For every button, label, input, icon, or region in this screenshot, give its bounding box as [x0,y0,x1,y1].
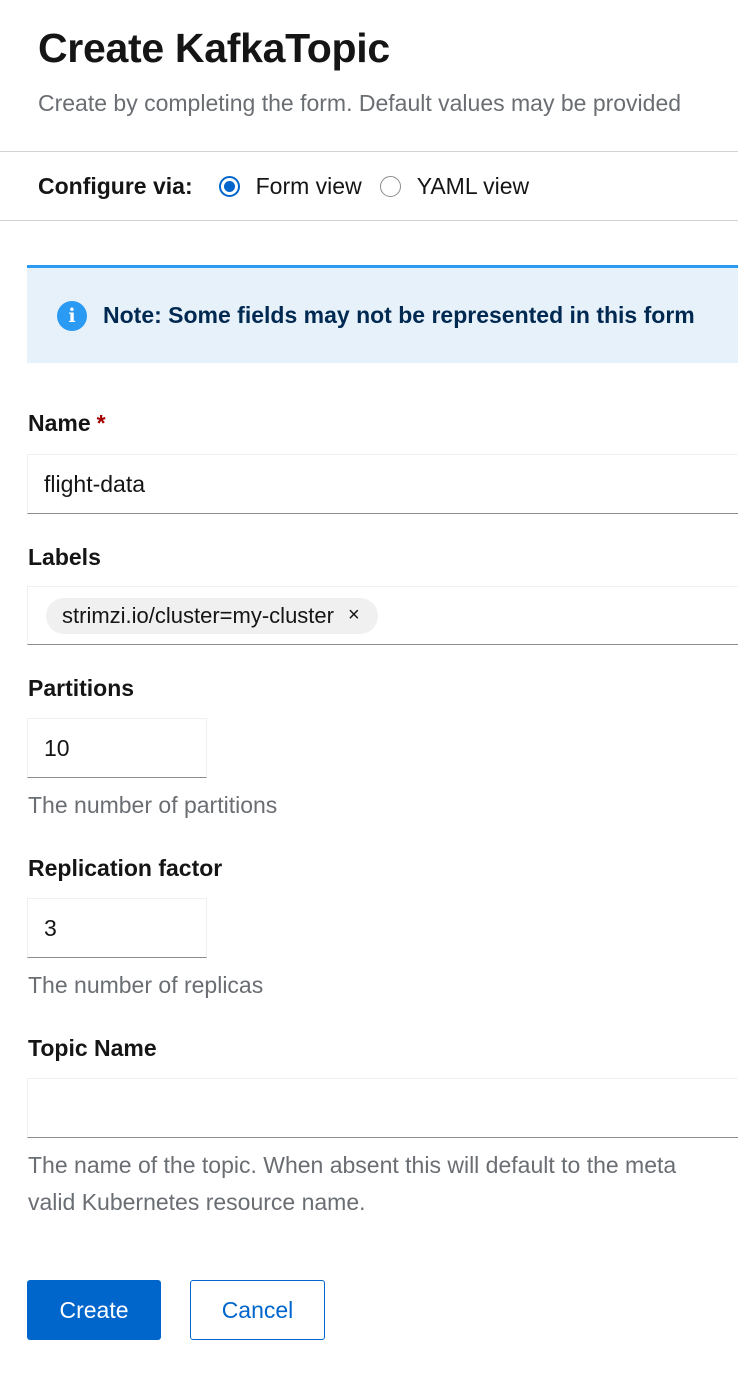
labels-input[interactable]: strimzi.io/cluster=my-cluster × [27,586,738,645]
name-field-label: Name * [28,410,106,437]
replication-factor-helper-text: The number of replicas [28,972,264,998]
configure-via-group: Configure via: Form view YAML view [38,168,547,204]
yaml-view-radio[interactable] [379,175,401,197]
partitions-input-value[interactable]: 10 [44,735,70,762]
divider [0,220,738,221]
topic-name-field-label: Topic Name [28,1035,157,1061]
topic-name-helper-text: valid Kubernetes resource name. [28,1189,366,1215]
partitions-input[interactable]: 10 [27,718,207,778]
replication-factor-input[interactable]: 3 [27,898,207,958]
topic-name-helper-text: The name of the topic. When absent this … [28,1152,677,1178]
form-view-label[interactable]: Form view [256,173,362,200]
page-subtitle: Create by completing the form. Default v… [38,90,682,116]
topic-name-input[interactable] [27,1078,738,1138]
replication-factor-field-label: Replication factor [28,855,223,881]
form-view-radio[interactable] [218,175,240,197]
create-button[interactable]: Create [27,1280,161,1340]
yaml-view-option[interactable]: YAML view [379,173,529,200]
name-input[interactable]: flight-data [27,454,738,514]
replication-factor-input-value[interactable]: 3 [44,915,57,942]
info-icon: i [57,300,87,331]
partitions-field-label: Partitions [28,675,135,701]
required-marker: * [96,410,106,436]
form-view-option[interactable]: Form view [218,173,362,200]
name-input-value[interactable]: flight-data [44,471,145,498]
info-alert: i Note: Some fields may not be represent… [27,265,738,363]
labels-field-label: Labels [28,544,101,570]
label-chip: strimzi.io/cluster=my-cluster × [46,597,378,634]
configure-via-label: Configure via: [38,172,193,199]
page-title: Create KafkaTopic [38,25,390,71]
alert-title: Note: Some fields may not be represented… [103,302,695,328]
yaml-view-label[interactable]: YAML view [417,173,529,200]
partitions-helper-text: The number of partitions [28,792,278,818]
name-label-text: Name [28,410,91,436]
divider [0,151,738,152]
cancel-button[interactable]: Cancel [190,1280,325,1340]
label-chip-text: strimzi.io/cluster=my-cluster [62,602,334,628]
close-icon[interactable]: × [348,604,360,627]
